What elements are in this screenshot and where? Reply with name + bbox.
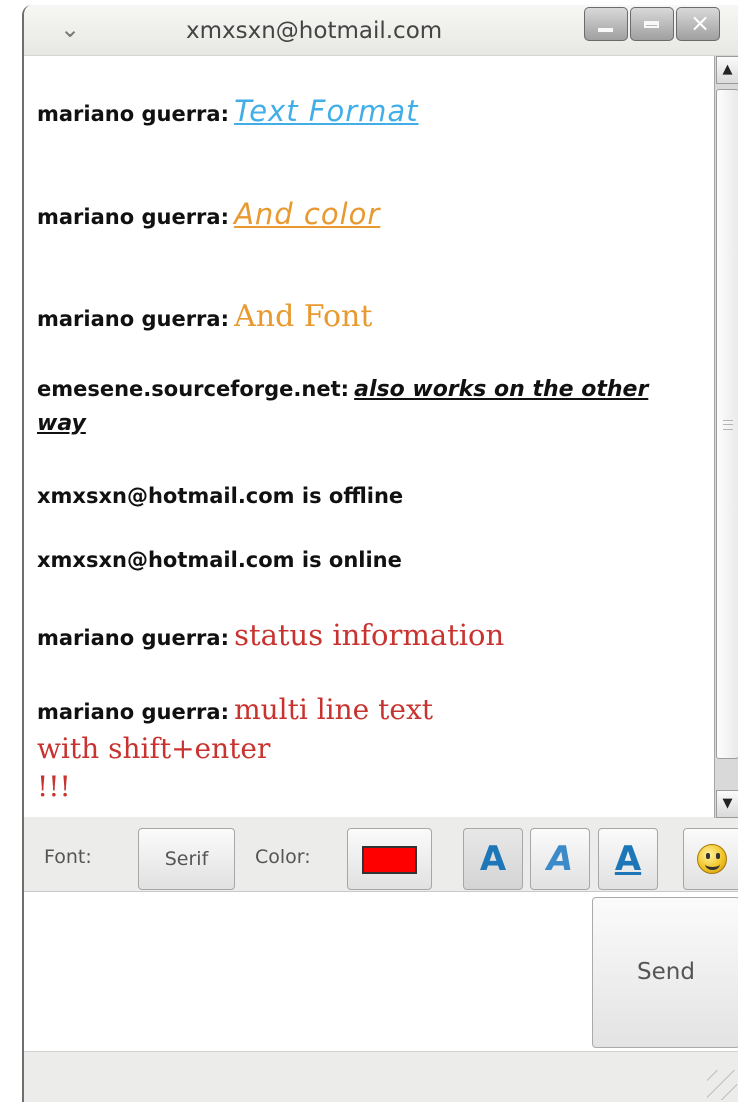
emoticon-button[interactable] <box>683 828 738 890</box>
color-button[interactable] <box>347 828 432 890</box>
message-sender: mariano guerra: <box>37 102 229 126</box>
italic-button[interactable]: A <box>530 828 590 890</box>
chat-scrollbar[interactable]: ▲ ▼ <box>714 56 738 818</box>
window-menu-chevron-icon[interactable]: ⌄ <box>52 15 88 43</box>
color-label: Color: <box>255 846 311 868</box>
message-text: And color <box>234 197 381 231</box>
message-line: mariano guerra: multi line text <box>37 693 433 726</box>
status-message: xmxsxn@hotmail.com is offline <box>37 484 404 508</box>
message-line: mariano guerra: Text Format <box>37 94 419 128</box>
message-sender: emesene.sourceforge.net: <box>37 377 350 401</box>
message-sender: mariano guerra: <box>37 205 229 229</box>
chat-history[interactable]: mariano guerra: Text Format mariano guer… <box>24 56 714 817</box>
status-bar <box>24 1051 738 1102</box>
message-text: multi line text <box>234 693 434 726</box>
conversation-window: ⌄ xmxsxn@hotmail.com mariano guerra: Tex… <box>22 5 738 1102</box>
message-input[interactable] <box>24 892 593 1056</box>
message-line: mariano guerra: And color <box>37 197 380 231</box>
composer-area: Send <box>24 891 738 1056</box>
underline-button[interactable]: A <box>598 828 658 890</box>
color-swatch <box>362 846 417 874</box>
smiley-icon <box>697 844 727 874</box>
window-controls <box>584 7 727 41</box>
window-title: xmxsxn@hotmail.com <box>186 18 443 44</box>
resize-grip-icon[interactable] <box>707 1070 737 1100</box>
formatting-toolbar: Font: Serif Color: A A A <box>24 818 738 890</box>
message-line: mariano guerra: And Font <box>37 299 372 334</box>
send-button[interactable]: Send <box>592 897 738 1048</box>
message-text: And Font <box>234 299 373 334</box>
scroll-up-icon[interactable]: ▲ <box>716 56 738 84</box>
minimize-button[interactable] <box>584 7 628 41</box>
message-text: status information <box>234 618 505 652</box>
close-button[interactable] <box>676 7 720 41</box>
message-sender: mariano guerra: <box>37 626 229 650</box>
grip-icon <box>723 420 733 430</box>
maximize-button[interactable] <box>630 7 674 41</box>
title-bar: ⌄ xmxsxn@hotmail.com <box>24 5 738 56</box>
font-button[interactable]: Serif <box>138 828 235 890</box>
message-continuation: with shift+enter <box>37 732 271 765</box>
status-message: xmxsxn@hotmail.com is online <box>37 548 402 572</box>
message-continuation: !!! <box>37 770 71 803</box>
scroll-down-icon[interactable]: ▼ <box>716 790 738 818</box>
message-line: emesene.sourceforge.net: also works on t… <box>37 373 677 441</box>
message-text: Text Format <box>234 94 419 128</box>
bold-button[interactable]: A <box>463 828 523 890</box>
font-label: Font: <box>44 846 92 868</box>
message-sender: mariano guerra: <box>37 307 229 331</box>
message-line: mariano guerra: status information <box>37 618 504 652</box>
message-sender: mariano guerra: <box>37 700 229 724</box>
scroll-thumb[interactable] <box>716 89 738 759</box>
